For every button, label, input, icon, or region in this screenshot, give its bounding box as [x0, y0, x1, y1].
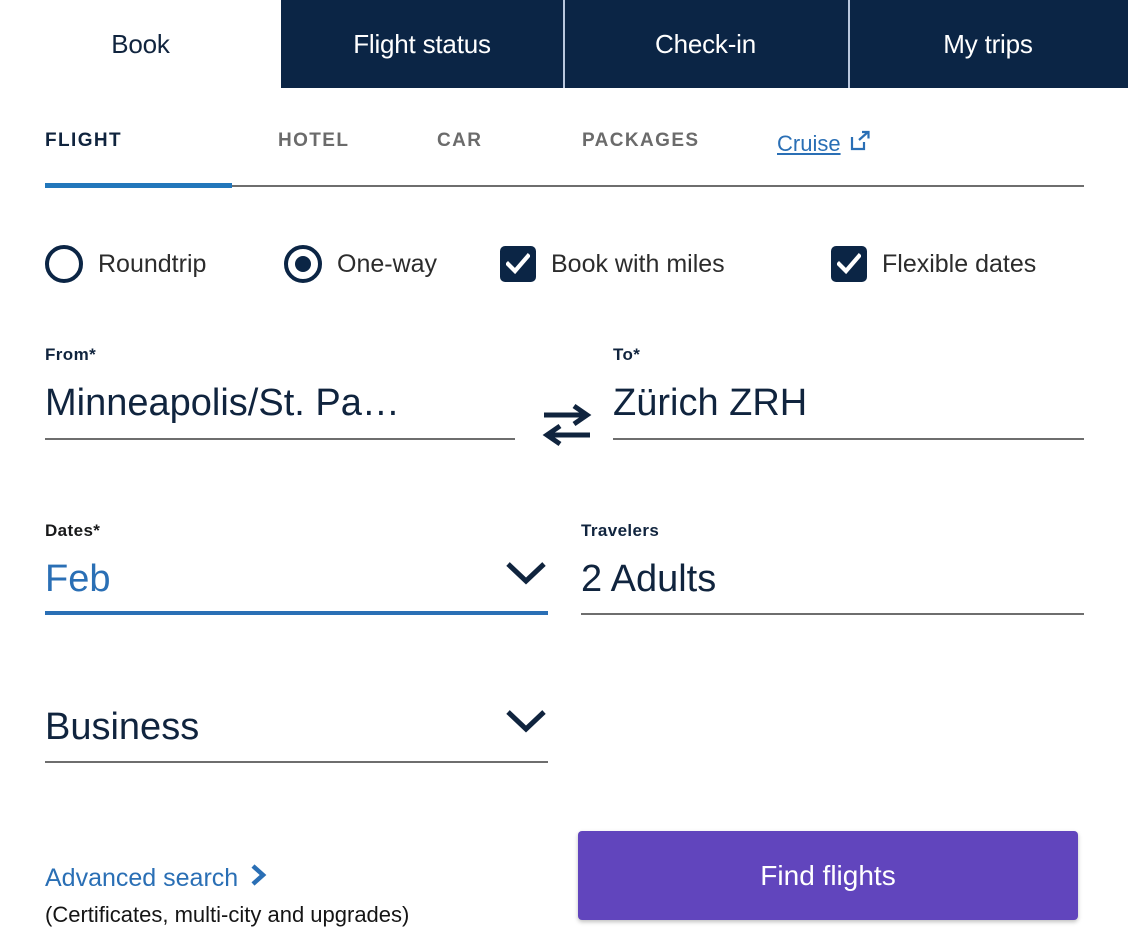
- dates-field-label: Dates*: [45, 521, 101, 540]
- dates-field-underline: [45, 610, 548, 615]
- advanced-search-label: Advanced search: [45, 864, 239, 892]
- tab-cruise[interactable]: Cruise: [777, 130, 871, 158]
- nav-tab-check-in[interactable]: Check-in: [563, 0, 848, 88]
- tab-hotel-label: HOTEL: [278, 130, 350, 151]
- booking-category-tabs-row: FLIGHT HOTEL CAR PACKAGES Cruise: [45, 130, 871, 158]
- external-link-icon: [849, 130, 871, 158]
- tab-hotel[interactable]: HOTEL: [278, 130, 437, 152]
- travelers-field-underline: [581, 612, 1084, 615]
- checkbox-book-with-miles-control[interactable]: [500, 246, 536, 282]
- primary-navigation: Book Flight status Check-in My trips: [0, 0, 1128, 88]
- to-field-label: To*: [613, 345, 641, 364]
- from-field-label: From*: [45, 345, 97, 364]
- checkbox-book-with-miles-label: Book with miles: [551, 249, 725, 278]
- cabin-chevron-down-icon[interactable]: [504, 708, 548, 739]
- nav-tab-book[interactable]: Book: [0, 0, 281, 88]
- checkbox-flexible-dates-control[interactable]: [831, 246, 867, 282]
- nav-tab-my-trips-label: My trips: [943, 28, 1033, 59]
- tab-car[interactable]: CAR: [437, 130, 582, 152]
- to-field-underline: [613, 437, 1084, 440]
- radio-one-way-control[interactable]: [284, 245, 322, 283]
- travelers-field-label: Travelers: [581, 521, 660, 540]
- tab-flight[interactable]: FLIGHT: [45, 130, 278, 152]
- advanced-search-link[interactable]: Advanced search: [45, 862, 268, 895]
- cabin-class-select[interactable]: Business: [45, 706, 199, 749]
- checkbox-flexible-dates[interactable]: Flexible dates: [831, 246, 1036, 282]
- dates-input[interactable]: Feb: [45, 558, 110, 601]
- radio-roundtrip-control[interactable]: [45, 245, 83, 283]
- chevron-right-icon: [248, 862, 268, 895]
- tab-cruise-link[interactable]: Cruise: [777, 130, 871, 158]
- travelers-field-group: Travelers 2 Adults: [581, 521, 1084, 615]
- cabin-class-underline: [45, 760, 548, 763]
- tab-packages-label: PACKAGES: [582, 130, 700, 151]
- cabin-class-field-group: Business: [45, 706, 548, 763]
- tab-flight-label: FLIGHT: [45, 130, 122, 151]
- from-field-group: From* Minneapolis/St. Pa…: [45, 345, 515, 440]
- to-input[interactable]: Zürich ZRH: [613, 382, 1084, 425]
- dates-chevron-down-icon[interactable]: [504, 560, 548, 591]
- advanced-search-note: (Certificates, multi-city and upgrades): [45, 902, 410, 927]
- radio-roundtrip[interactable]: Roundtrip: [45, 245, 284, 283]
- tab-car-label: CAR: [437, 130, 483, 151]
- booking-category-tabs: FLIGHT HOTEL CAR PACKAGES Cruise: [0, 130, 1128, 192]
- dates-field-group: Dates* Feb: [45, 521, 548, 615]
- radio-one-way-label: One-way: [337, 249, 438, 278]
- nav-tab-flight-status[interactable]: Flight status: [281, 0, 563, 88]
- nav-tab-my-trips[interactable]: My trips: [848, 0, 1128, 88]
- checkbox-flexible-dates-label: Flexible dates: [882, 249, 1037, 278]
- nav-tab-book-label: Book: [111, 28, 170, 59]
- find-flights-button[interactable]: Find flights: [578, 831, 1078, 920]
- swap-arrows-icon: [540, 401, 594, 452]
- tab-packages[interactable]: PACKAGES: [582, 130, 777, 152]
- nav-tab-flight-status-label: Flight status: [353, 28, 491, 59]
- from-input[interactable]: Minneapolis/St. Pa…: [45, 382, 515, 425]
- from-field-underline: [45, 437, 515, 440]
- tab-flight-active-indicator: [45, 183, 232, 188]
- radio-one-way[interactable]: One-way: [284, 245, 500, 283]
- radio-roundtrip-label: Roundtrip: [98, 249, 207, 278]
- to-field-group: To* Zürich ZRH: [613, 345, 1084, 440]
- tab-cruise-label: Cruise: [777, 131, 841, 156]
- swap-airports-button[interactable]: [538, 398, 596, 454]
- trip-options-row: Roundtrip One-way Book with miles Flexib…: [45, 245, 1036, 283]
- checkbox-book-with-miles[interactable]: Book with miles: [500, 246, 831, 282]
- nav-tab-check-in-label: Check-in: [655, 28, 756, 59]
- travelers-input[interactable]: 2 Adults: [581, 558, 1084, 601]
- advanced-search-block: Advanced search (Certificates, multi-cit…: [45, 862, 409, 928]
